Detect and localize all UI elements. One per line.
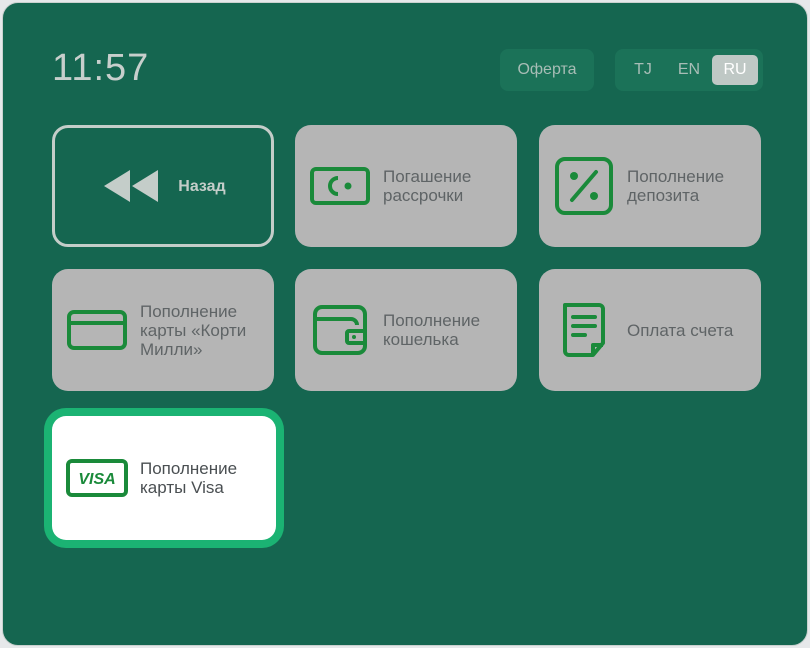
- cash-icon: [309, 155, 371, 217]
- wallet-icon: [309, 299, 371, 361]
- language-switcher: TJ EN RU: [615, 49, 763, 91]
- rewind-icon: [100, 155, 160, 217]
- visa-tile[interactable]: VISA Пополнение карты Visa: [52, 416, 276, 540]
- offer-button[interactable]: Оферта: [500, 49, 594, 91]
- bill-label: Оплата счета: [627, 320, 734, 340]
- lang-en[interactable]: EN: [666, 55, 712, 85]
- lang-ru[interactable]: RU: [712, 55, 758, 85]
- percent-icon: [553, 155, 615, 217]
- korti-milli-label: Пополнение карты «Корти Милли»: [140, 301, 247, 359]
- visa-label: Пополнение карты Visa: [140, 459, 238, 497]
- installment-label: Погашение рассрочки: [383, 167, 472, 205]
- visa-logo-text: VISA: [78, 471, 115, 488]
- back-tile[interactable]: Назад: [52, 125, 274, 247]
- lang-tj[interactable]: TJ: [620, 55, 666, 85]
- korti-milli-tile[interactable]: Пополнение карты «Корти Милли»: [52, 269, 274, 391]
- visa-icon: VISA: [66, 447, 128, 509]
- clock: 11:57: [52, 47, 150, 89]
- kiosk-screen: 11:57 Оферта TJ EN RU Назад Погашение ра…: [2, 2, 808, 646]
- deposit-label: Пополнение депозита: [627, 167, 725, 205]
- installment-tile[interactable]: Погашение рассрочки: [295, 125, 517, 247]
- card-icon: [66, 299, 128, 361]
- wallet-label: Пополнение кошелька: [383, 311, 481, 349]
- back-label: Назад: [178, 177, 226, 195]
- document-icon: [553, 299, 615, 361]
- deposit-tile[interactable]: Пополнение депозита: [539, 125, 761, 247]
- bill-tile[interactable]: Оплата счета: [539, 269, 761, 391]
- wallet-tile[interactable]: Пополнение кошелька: [295, 269, 517, 391]
